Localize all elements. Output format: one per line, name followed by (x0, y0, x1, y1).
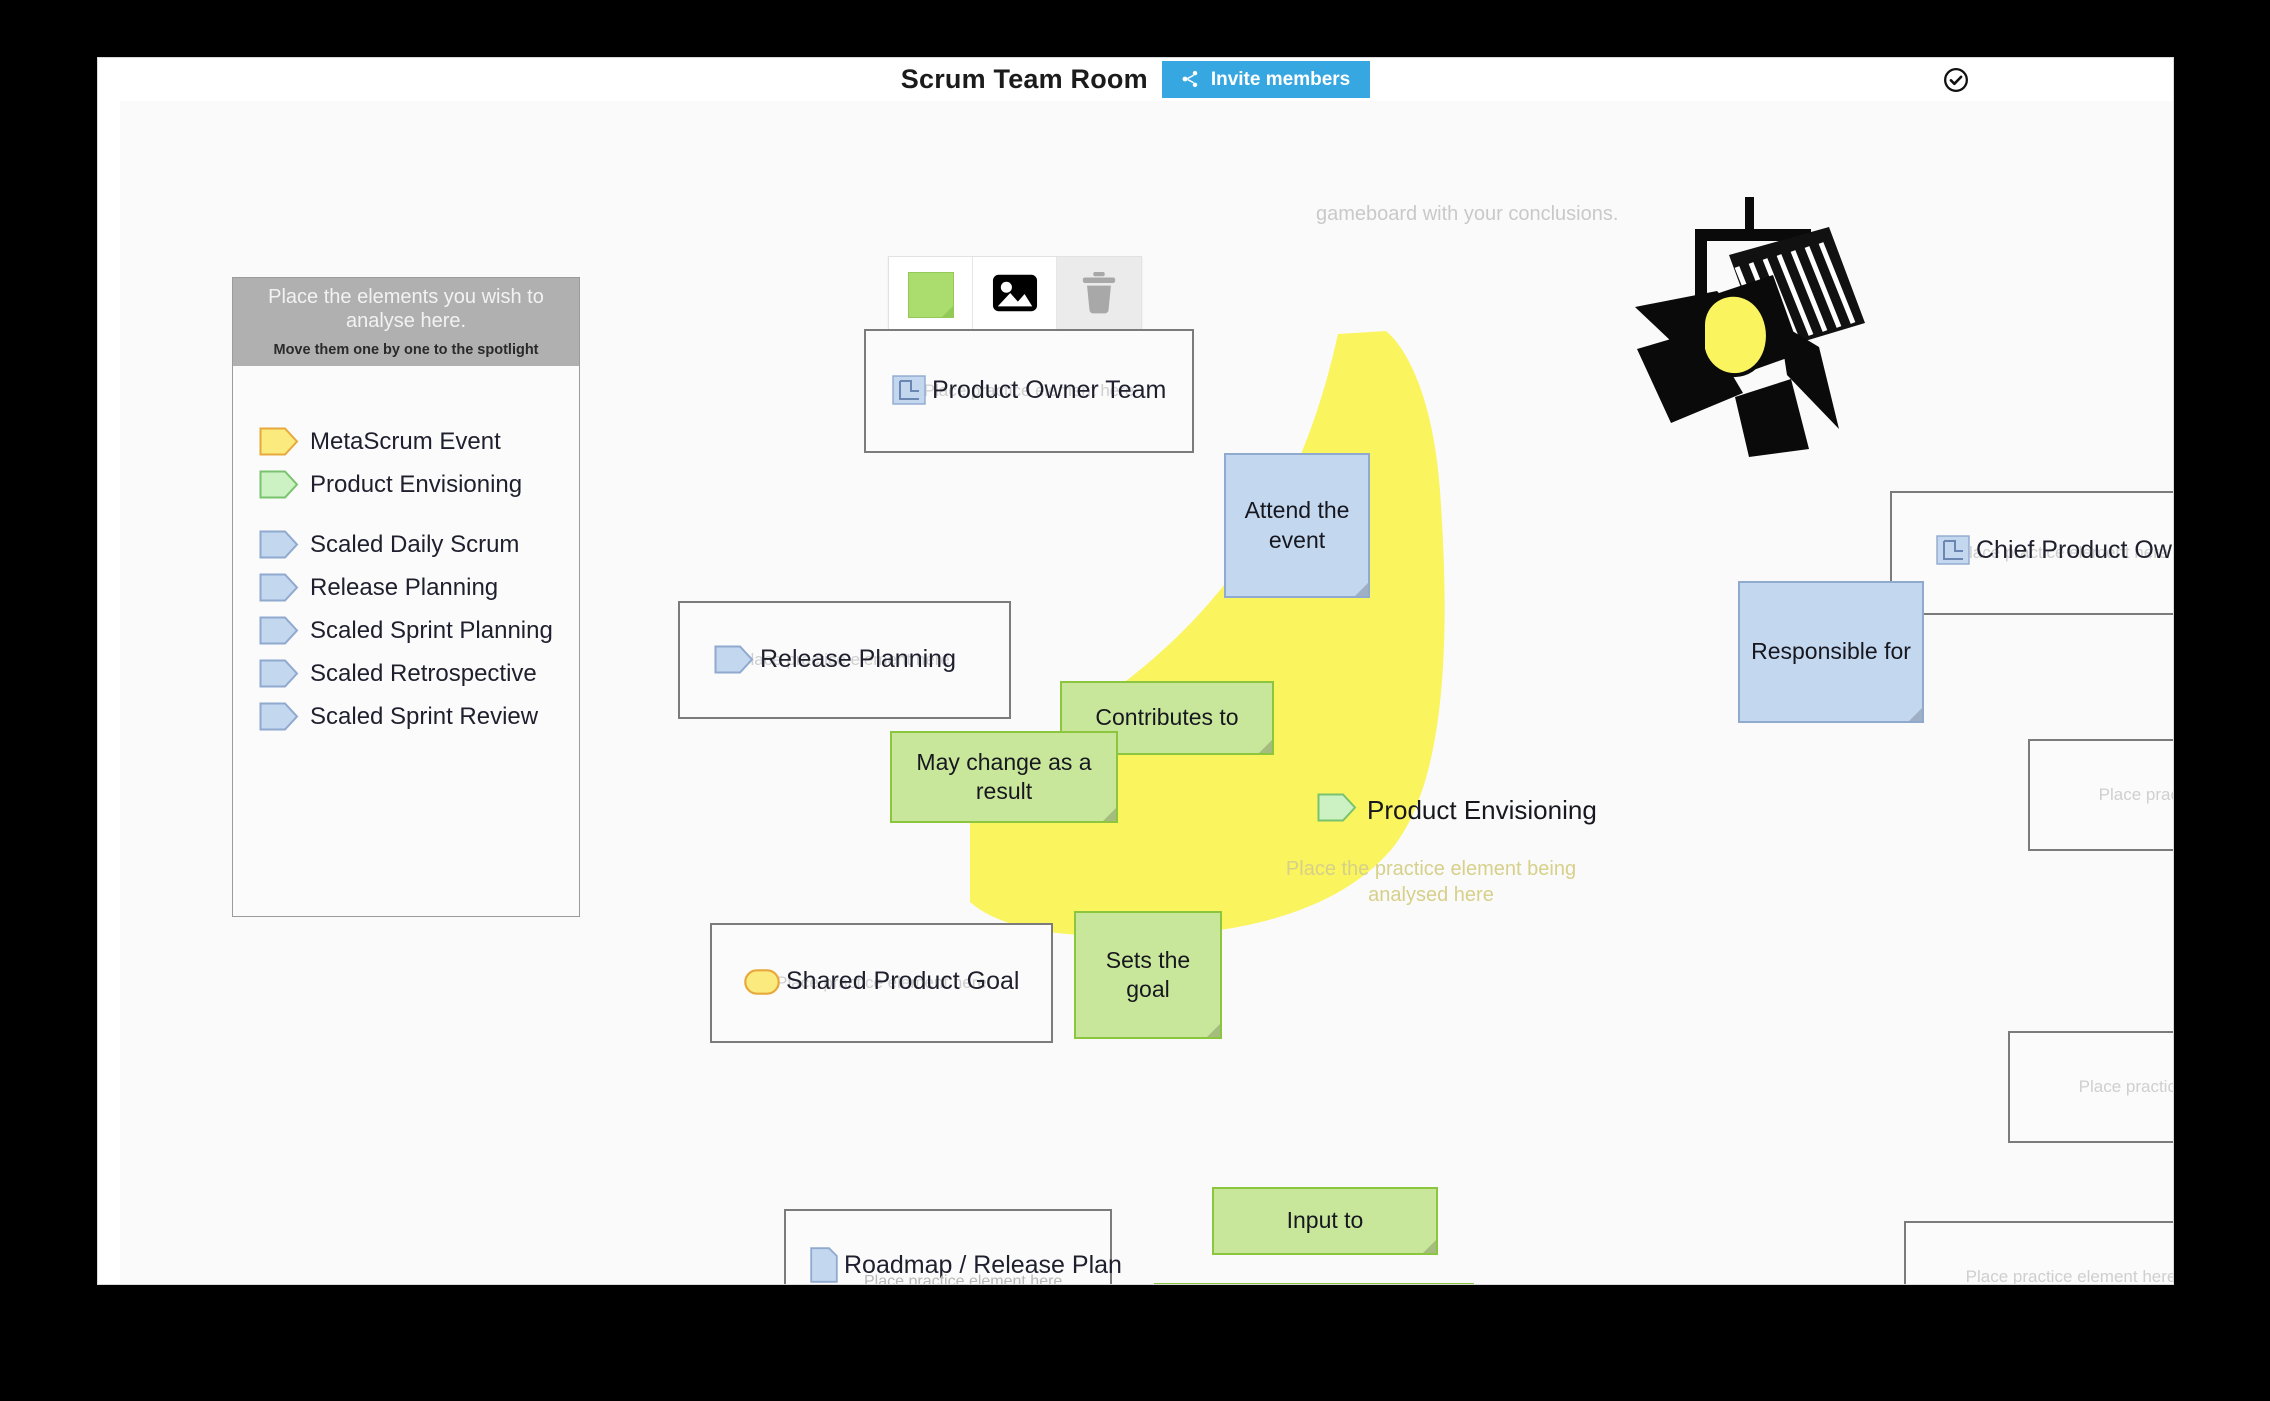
spotlight-element-label: Product Envisioning (1367, 794, 1597, 825)
panel-item-label: Product Envisioning (310, 470, 523, 498)
analysis-panel-list: MetaScrum Event Product Envisioning Scal… (233, 366, 579, 738)
spotlight-placeholder: Place the practice element being analyse… (1285, 858, 1577, 906)
panel-item-label: Scaled Daily Scrum (310, 530, 520, 558)
card-empty-right-bottom[interactable]: Place practice element here (1904, 1221, 2173, 1284)
accountability-icon (1936, 535, 1970, 565)
board-canvas[interactable]: gameboard with your conclusions. Product… (120, 101, 2173, 1284)
page-title: Scrum Team Room (900, 64, 1148, 94)
event-tag-icon (259, 470, 299, 499)
panel-item-scaled-sprint-review[interactable]: Scaled Sprint Review (259, 695, 579, 738)
event-tag-icon (259, 702, 299, 731)
accountability-icon (892, 375, 926, 405)
event-tag-icon (259, 530, 299, 559)
panel-item-scaled-sprint-planning[interactable]: Scaled Sprint Planning (259, 609, 579, 652)
share-icon (1180, 69, 1200, 89)
card-empty-right-top[interactable]: Place practice element here (2028, 739, 2173, 851)
card-product-owner-team[interactable]: Place practice element here Product Owne… (864, 329, 1194, 453)
invite-members-button[interactable]: Invite members (1161, 61, 1371, 98)
event-tag-icon (1317, 793, 1357, 827)
screen: Scrum Team Room Invite members gameboard… (0, 0, 2270, 1401)
card-placeholder: Place practice element here (2098, 785, 2173, 804)
trash-icon (1079, 271, 1119, 319)
panel-item-label: Scaled Retrospective (310, 659, 537, 687)
image-icon (992, 273, 1038, 318)
panel-item-label: Scaled Sprint Planning (310, 616, 553, 644)
card-element[interactable]: Shared Product Goal (744, 967, 1019, 996)
panel-item-metascrum-event[interactable]: MetaScrum Event (259, 420, 579, 463)
panel-item-label: Scaled Sprint Review (310, 702, 539, 730)
note-sets-the-goal[interactable]: Sets the goal (1074, 911, 1222, 1039)
card-element[interactable]: Chief Product Owner (1936, 535, 2173, 565)
event-tag-icon (259, 616, 299, 645)
document-icon (810, 1247, 838, 1283)
spotlight-element[interactable]: Product Envisioning (1317, 793, 1597, 827)
panel-item-label: Release Planning (310, 573, 499, 601)
app-window: Scrum Team Room Invite members gameboard… (98, 58, 2173, 1284)
note-input-to[interactable]: Input to (1212, 1187, 1438, 1255)
titlebar: Scrum Team Room Invite members (98, 58, 2173, 101)
analysis-panel-subtitle: Move them one by one to the spotlight (273, 342, 539, 359)
panel-item-product-envisioning[interactable]: Product Envisioning (259, 463, 579, 506)
note-may-change-as-a-result-2[interactable]: May change as a result (1154, 1283, 1474, 1284)
panel-item-label: MetaScrum Event (310, 427, 501, 455)
note-responsible-for[interactable]: Responsible for (1738, 581, 1924, 723)
element-toolbar (888, 256, 1142, 334)
note-text: May change as a result (916, 748, 1092, 804)
note-text: Sets the goal (1105, 946, 1191, 1002)
panel-item-scaled-daily-scrum[interactable]: Scaled Daily Scrum (259, 523, 579, 566)
sticky-note-icon (907, 272, 954, 318)
note-may-change-as-a-result[interactable]: May change as a result (890, 731, 1118, 823)
card-element[interactable]: Release Planning (714, 645, 956, 674)
event-tag-icon (259, 427, 299, 456)
note-text: Responsible for (1751, 638, 1911, 665)
card-release-planning[interactable]: Place practice element here Release Plan… (678, 601, 1011, 719)
event-tag-icon (259, 573, 299, 602)
analysis-panel-title: Place the elements you wish to analyse h… (268, 286, 544, 332)
card-element[interactable]: Roadmap / Release Plan Place practice el… (810, 1247, 1122, 1284)
card-element-sublabel: Place practice element here (864, 1273, 1063, 1284)
sticky-note-tool[interactable] (889, 257, 973, 333)
note-text: Input to (1286, 1207, 1364, 1234)
note-text: Attend the event (1244, 497, 1350, 553)
card-element-label: Shared Product Goal (786, 967, 1020, 995)
note-attend-the-event[interactable]: Attend the event (1224, 453, 1370, 598)
card-placeholder: Place practice element here (2078, 1077, 2173, 1096)
analysis-panel-header: Place the elements you wish to analyse h… (233, 278, 579, 367)
card-element-label: Release Planning (760, 645, 956, 673)
delete-tool[interactable] (1057, 257, 1141, 333)
analysis-panel: Place the elements you wish to analyse h… (232, 277, 580, 917)
panel-item-scaled-retrospective[interactable]: Scaled Retrospective (259, 652, 579, 695)
card-chief-product-owner[interactable]: Place practice element here Chief Produc… (1890, 491, 2173, 615)
invite-members-label: Invite members (1210, 68, 1351, 90)
card-element-label: Product Owner Team (932, 375, 1167, 404)
image-tool[interactable] (973, 257, 1057, 333)
card-element[interactable]: Product Owner Team (892, 375, 1166, 405)
artifact-icon (744, 968, 780, 995)
spotlight-lamp-icon (1633, 197, 1873, 462)
event-tag-icon (259, 659, 299, 688)
event-tag-icon (714, 645, 754, 674)
card-element-label: Chief Product Owner (1976, 535, 2173, 564)
card-placeholder: Place practice element here (1965, 1267, 2173, 1284)
check-circle-icon[interactable] (1943, 67, 1969, 93)
note-text: Contributes to (1095, 704, 1239, 731)
panel-item-release-planning[interactable]: Release Planning (259, 566, 579, 609)
card-roadmap-release-plan[interactable]: Roadmap / Release Plan Place practice el… (784, 1209, 1122, 1284)
card-shared-product-goal[interactable]: Place practice element here Shared Produ… (710, 923, 1053, 1043)
card-empty-right-mid[interactable]: Place practice element here (2008, 1031, 2173, 1143)
board-hint-text: gameboard with your conclusions. (1316, 203, 1619, 225)
